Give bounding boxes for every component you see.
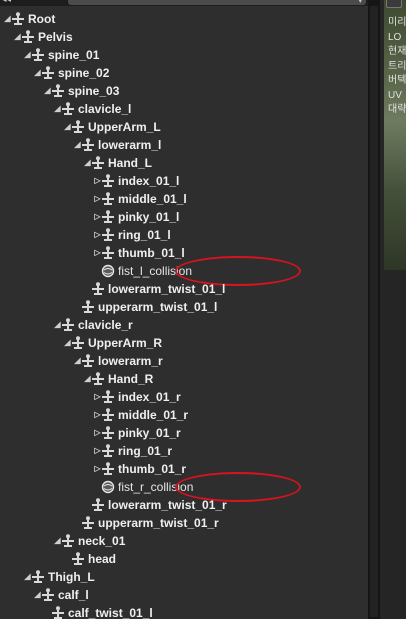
bone-icon bbox=[101, 426, 115, 440]
info-line: 미리 bbox=[388, 17, 406, 28]
bone-icon bbox=[51, 84, 65, 98]
bone-icon bbox=[61, 102, 75, 116]
tree-row-label: pinky_01_r bbox=[118, 426, 181, 440]
tree-row-label: UpperArm_R bbox=[88, 336, 163, 350]
tree-row-label: ring_01_r bbox=[118, 444, 173, 458]
panel-button[interactable] bbox=[386, 0, 402, 8]
bone-icon bbox=[81, 354, 95, 368]
bone-icon bbox=[81, 300, 95, 314]
tree-row-label: index_01_r bbox=[118, 390, 181, 404]
collision-sphere-icon bbox=[101, 264, 115, 278]
bone-icon bbox=[101, 246, 115, 260]
tree-row-label: spine_02 bbox=[58, 66, 110, 80]
tree-row-label: spine_01 bbox=[48, 48, 100, 62]
tree-row-label: lowerarm_twist_01_l bbox=[108, 282, 226, 296]
scrollbar-thumb[interactable] bbox=[370, 6, 378, 617]
tree-row-label: Thigh_L bbox=[48, 570, 95, 584]
info-line: 트리 bbox=[388, 60, 406, 72]
bone-icon bbox=[91, 282, 105, 296]
search-input[interactable] bbox=[68, 0, 366, 5]
tree-row-label: Hand_L bbox=[108, 156, 153, 170]
tree-row-label: upperarm_twist_01_l bbox=[98, 300, 218, 314]
bone-icon bbox=[41, 588, 55, 602]
tree-row-label: thumb_01_l bbox=[118, 246, 185, 260]
tree-row-label: calf_twist_01_l bbox=[68, 606, 153, 619]
bone-icon bbox=[71, 336, 85, 350]
tree-toolbar: ◂◂ ▾ bbox=[0, 0, 368, 6]
tree-row-label: Root bbox=[28, 12, 56, 26]
bone-icon bbox=[61, 318, 75, 332]
info-line: 대략 bbox=[388, 104, 406, 115]
bone-icon bbox=[11, 12, 25, 26]
tree-row-label: calf_l bbox=[58, 588, 89, 602]
bone-icon bbox=[61, 534, 75, 548]
bone-icon bbox=[81, 516, 95, 530]
bone-icon bbox=[81, 138, 95, 152]
skeleton-tree-panel: ◂◂ ▾ ◢Root◢Pelvis◢spine_01◢spine_02◢spin… bbox=[0, 0, 368, 619]
bone-icon bbox=[101, 390, 115, 404]
preview-panel: 미리 LO 현재 트리 버텍 UV 대략 bbox=[380, 0, 406, 619]
bone-icon bbox=[91, 498, 105, 512]
tree-row-label: Pelvis bbox=[38, 30, 73, 44]
bone-icon bbox=[101, 210, 115, 224]
tree-row-label: upperarm_twist_01_r bbox=[98, 516, 219, 530]
tree-row-label: Hand_R bbox=[108, 372, 154, 386]
tree-row-label: UpperArm_L bbox=[88, 120, 161, 134]
bone-icon bbox=[51, 606, 65, 619]
tree-row-label: lowerarm_r bbox=[98, 354, 163, 368]
bone-icon bbox=[91, 372, 105, 386]
tree-row-label: head bbox=[88, 552, 117, 566]
bone-icon bbox=[101, 174, 115, 188]
tree-row-label: neck_01 bbox=[78, 534, 126, 548]
bone-icon bbox=[71, 552, 85, 566]
bone-icon bbox=[91, 156, 105, 170]
bone-icon bbox=[41, 66, 55, 80]
viewport-info-text: 미리 LO 현재 트리 버텍 UV 대략 bbox=[388, 16, 406, 118]
bone-icon bbox=[21, 30, 35, 44]
collision-sphere-icon bbox=[101, 480, 115, 494]
bone-icon bbox=[101, 462, 115, 476]
info-line: UV bbox=[388, 89, 402, 101]
bone-icon bbox=[101, 408, 115, 422]
tree-row-label: spine_03 bbox=[68, 84, 120, 98]
info-line: LO bbox=[388, 31, 402, 43]
tree-row-label: middle_01_l bbox=[118, 192, 187, 206]
info-line: 버텍 bbox=[388, 75, 406, 86]
chevron-down-icon[interactable]: ▾ bbox=[358, 0, 363, 5]
tree-row-label: middle_01_r bbox=[118, 408, 189, 422]
tree-row-label: lowerarm_l bbox=[98, 138, 162, 152]
bone-icon bbox=[101, 228, 115, 242]
tree-scrollbar[interactable] bbox=[368, 0, 380, 619]
tree-row-label: lowerarm_twist_01_r bbox=[108, 498, 227, 512]
bone-icon bbox=[31, 570, 45, 584]
info-line: 현재 bbox=[388, 46, 406, 57]
tree-row-label: thumb_01_r bbox=[118, 462, 187, 476]
bone-icon bbox=[101, 444, 115, 458]
bone-icon bbox=[101, 192, 115, 206]
tree-row-label: index_01_l bbox=[118, 174, 180, 188]
tree-row-label: pinky_01_l bbox=[118, 210, 180, 224]
bone-icon bbox=[31, 48, 45, 62]
tree-row-label: ring_01_l bbox=[118, 228, 171, 242]
tree-row-label: clavicle_r bbox=[78, 318, 133, 332]
toolbar-arrows-icon[interactable]: ◂◂ bbox=[2, 0, 11, 5]
tree-row-label: clavicle_l bbox=[78, 102, 132, 116]
bone-icon bbox=[71, 120, 85, 134]
